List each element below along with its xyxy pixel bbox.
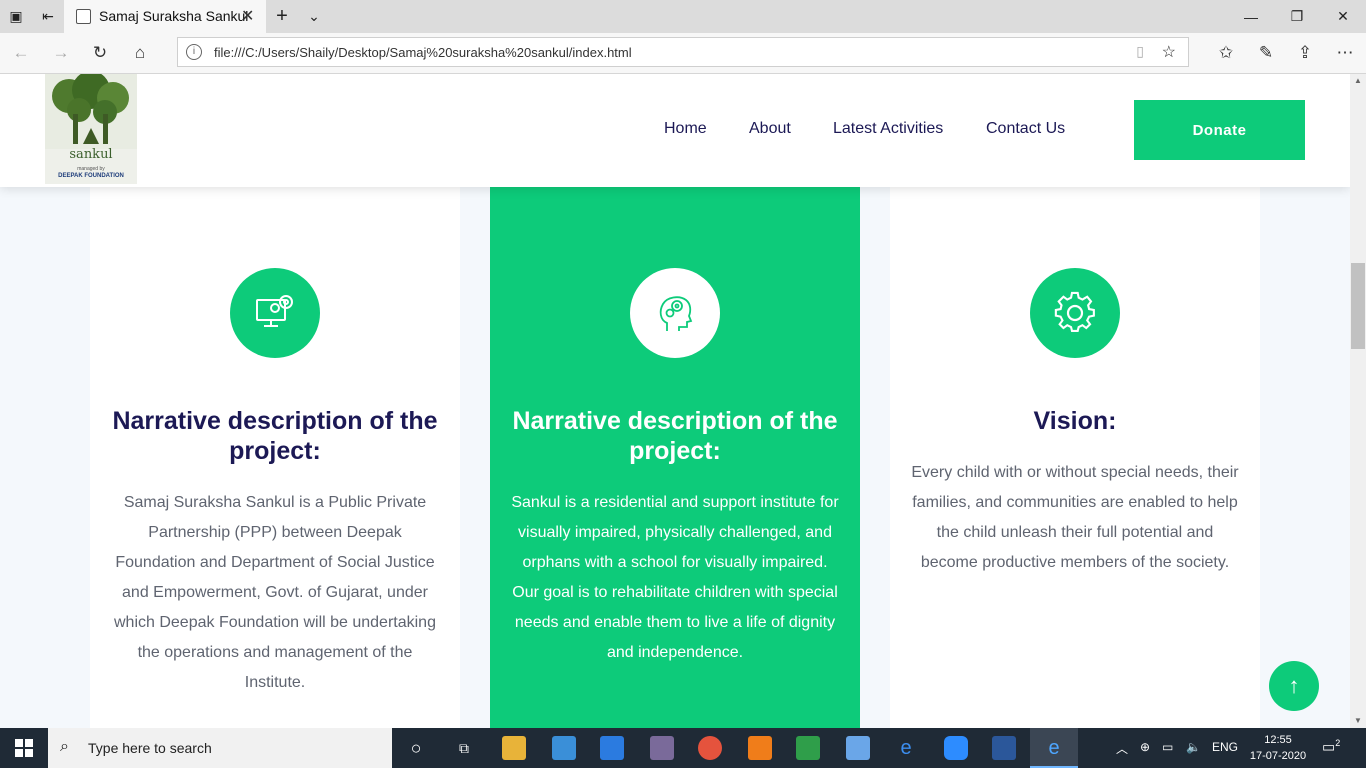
scrollbar-thumb[interactable] — [1351, 263, 1365, 349]
card-text: Every child with or without special need… — [911, 464, 1239, 571]
favorites-icon[interactable]: ✩ — [1215, 42, 1237, 64]
clock-time: 12:55 — [1264, 734, 1292, 746]
page-favicon-icon — [76, 9, 91, 24]
chrome-icon[interactable] — [698, 736, 722, 760]
home-icon[interactable]: ⌂ — [129, 42, 151, 64]
search-placeholder: Type here to search — [88, 740, 212, 756]
cortana-icon[interactable]: ○ — [404, 736, 428, 760]
nav-about[interactable]: About — [749, 120, 791, 138]
tab-title: Samaj Suraksha Sankul — [99, 8, 249, 24]
store-icon[interactable] — [600, 736, 624, 760]
zoom-icon[interactable] — [944, 736, 968, 760]
new-tab-icon[interactable]: + — [272, 5, 292, 27]
logo-title: sankul — [69, 147, 113, 162]
refresh-icon[interactable]: ↻ — [89, 42, 111, 64]
tab-actions-icon[interactable]: ▣ — [6, 6, 26, 26]
card-title: Narrative description of the project: — [112, 407, 438, 465]
edge-icon: e — [1048, 736, 1060, 759]
start-button[interactable] — [0, 728, 48, 768]
edge-taskbar-item[interactable]: e — [1030, 728, 1078, 768]
tab-close-icon[interactable]: ✕ — [241, 6, 254, 26]
show-hidden-icons-icon[interactable]: ︿ — [1116, 740, 1128, 757]
gear-icon — [1030, 268, 1120, 358]
nav-contact-us[interactable]: Contact Us — [986, 120, 1065, 138]
logo-subtitle: managed by — [77, 166, 105, 172]
windows-taskbar: ⌕ Type here to search ○ ⧉ e e ︿ ⊕ ▭ 🔈 EN… — [0, 728, 1366, 768]
taskbar-clock[interactable]: 12:55 17-07-2020 — [1248, 732, 1308, 764]
nav-latest-activities[interactable]: Latest Activities — [833, 120, 943, 138]
language-indicator[interactable]: ENG — [1212, 740, 1238, 754]
sankul-logo[interactable]: sankul managed by DEEPAK FOUNDATION — [45, 74, 137, 184]
monitor-gear-icon — [230, 268, 320, 358]
sublime-icon[interactable] — [796, 736, 820, 760]
desktop-app-icon[interactable] — [552, 736, 576, 760]
windows-logo-icon — [15, 739, 33, 757]
battery-icon[interactable]: ▭ — [1162, 740, 1173, 754]
scroll-down-icon[interactable]: ▼ — [1354, 716, 1362, 725]
search-icon: ⌕ — [60, 738, 69, 755]
card-title: Narrative description of the project: — [512, 407, 838, 465]
card-title: Vision: — [1033, 407, 1117, 435]
action-center-icon[interactable]: ▭2 — [1322, 738, 1340, 756]
network-icon[interactable]: ⊕ — [1140, 740, 1150, 754]
taskbar-search[interactable]: ⌕ Type here to search — [48, 728, 392, 768]
card-text: Sankul is a residential and support inst… — [511, 494, 839, 661]
minimize-icon[interactable]: — — [1228, 0, 1274, 33]
scroll-up-icon[interactable]: ▲ — [1354, 76, 1362, 85]
browser-tab[interactable]: Samaj Suraksha Sankul ✕ — [64, 0, 266, 33]
task-view-icon[interactable]: ⧉ — [452, 736, 476, 760]
clock-date: 17-07-2020 — [1249, 750, 1307, 762]
forward-icon[interactable]: → — [50, 42, 72, 64]
reading-view-icon[interactable]: ▯ — [1136, 43, 1144, 60]
more-menu-icon[interactable]: ⋯ — [1334, 42, 1356, 64]
head-gears-icon — [630, 268, 720, 358]
page-viewport: Narrative description of the project: Sa… — [0, 74, 1350, 728]
site-info-icon[interactable]: i — [186, 44, 202, 60]
notification-count: 2 — [1335, 738, 1341, 748]
address-bar[interactable]: i file:///C:/Users/Shaily/Desktop/Samaj%… — [177, 37, 1189, 67]
volume-icon[interactable]: 🔈 — [1186, 740, 1201, 754]
browser-tab-bar: ▣ ⇤ Samaj Suraksha Sankul ✕ + ⌄ — ❐ ✕ — [0, 0, 1366, 33]
tab-list-chevron-icon[interactable]: ⌄ — [304, 6, 324, 26]
browser-toolbar: ← → ↻ ⌂ i file:///C:/Users/Shaily/Deskto… — [0, 33, 1366, 74]
arrow-up-icon: ↑ — [1288, 673, 1300, 698]
donate-button[interactable]: Donate — [1134, 100, 1305, 160]
nav-home[interactable]: Home — [664, 120, 707, 138]
back-to-top-button[interactable]: ↑ — [1269, 661, 1319, 711]
window-close-icon[interactable]: ✕ — [1320, 0, 1366, 33]
restore-icon[interactable]: ❐ — [1274, 0, 1320, 33]
page-scrollbar[interactable]: ▲ ▼ — [1350, 74, 1366, 728]
virtualbox-icon[interactable] — [846, 736, 870, 760]
internet-explorer-icon[interactable]: e — [894, 736, 918, 760]
paint-icon[interactable] — [650, 736, 674, 760]
xampp-icon[interactable] — [748, 736, 772, 760]
url-text: file:///C:/Users/Shaily/Desktop/Samaj%20… — [214, 45, 632, 60]
share-icon[interactable]: ⇪ — [1294, 42, 1316, 64]
site-header: sankul managed by DEEPAK FOUNDATION Home… — [0, 74, 1350, 187]
file-explorer-icon[interactable] — [502, 736, 526, 760]
card-text: Samaj Suraksha Sankul is a Public Privat… — [114, 494, 436, 691]
set-tabs-aside-icon[interactable]: ⇤ — [38, 6, 58, 26]
favorite-star-icon[interactable]: ☆ — [1162, 42, 1176, 62]
back-icon[interactable]: ← — [10, 42, 32, 64]
logo-org: DEEPAK FOUNDATION — [58, 173, 124, 179]
pen-notes-icon[interactable]: ✎ — [1255, 42, 1277, 64]
word-icon[interactable] — [992, 736, 1016, 760]
